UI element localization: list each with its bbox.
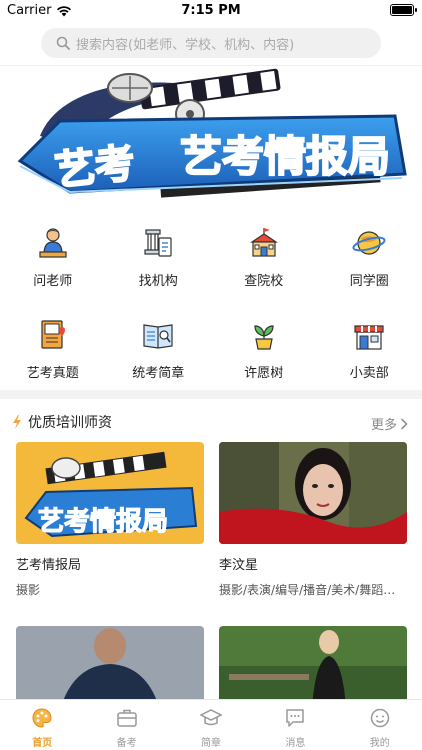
card-logo-art: 艺考情报局: [16, 442, 204, 544]
book-heart-icon: [41, 320, 65, 349]
section-title-wrap: 优质培训师资: [12, 412, 112, 432]
newspaper-icon: [143, 324, 173, 349]
grid-row-1: 问老师 找机构 查院校 同学圈: [0, 222, 422, 314]
card-image: [219, 442, 407, 544]
tab-label: 消息: [285, 738, 306, 749]
grid-label: 问老师: [33, 274, 73, 289]
shop-icon: [354, 325, 384, 350]
grid-label: 找机构: [138, 274, 178, 289]
card-name: 艺考情报局: [16, 558, 82, 573]
chat-bubble-icon: [286, 709, 305, 727]
tab-label: 备考: [116, 738, 137, 749]
grid-label: 许愿树: [244, 366, 284, 381]
teacher-card[interactable]: 李汶星 摄影/表演/编导/播音/美术/舞蹈…: [219, 442, 407, 598]
grid-label: 艺考真题: [26, 366, 79, 381]
planet-icon: [352, 231, 386, 255]
status-time: 7:15 PM: [181, 3, 241, 18]
card-subtitle: 摄影/表演/编导/播音/美术/舞蹈…: [219, 583, 396, 597]
teacher-icon: [39, 228, 67, 258]
grid-item-classmates[interactable]: 同学圈: [317, 222, 422, 314]
grid-label: 同学圈: [349, 274, 389, 289]
section-title: 优质培训师资: [28, 415, 112, 431]
battery-icon: [390, 4, 417, 16]
institution-icon: [144, 229, 172, 257]
plant-icon: [254, 325, 274, 350]
grid-item-find-institution[interactable]: 找机构: [106, 222, 212, 314]
tab-prepare[interactable]: 备考: [84, 700, 168, 750]
status-bar: Carrier 7:15 PM: [0, 0, 422, 22]
grid-item-ask-teacher[interactable]: 问老师: [0, 222, 106, 314]
lightning-icon: [13, 415, 21, 429]
chevron-right-icon: [400, 417, 408, 430]
tab-guide[interactable]: 简章: [169, 700, 253, 750]
section-divider: [0, 390, 422, 399]
tab-messages[interactable]: 消息: [253, 700, 337, 750]
grid-item-check-school[interactable]: 查院校: [211, 222, 317, 314]
school-icon: [249, 228, 278, 257]
card-name: 李汶星: [219, 558, 259, 573]
card-image-text: 艺考情报局: [38, 506, 168, 537]
smiley-face-icon: [370, 708, 389, 728]
tab-label: 首页: [32, 738, 53, 749]
banner-logo-text: 艺考情报局: [180, 132, 390, 181]
tab-bar: 首页 备考 简章 消息 我的: [0, 699, 422, 750]
search-input[interactable]: 搜索内容(如老师、学校、机构、内容): [41, 28, 381, 58]
grid-label: 查院校: [244, 274, 284, 289]
card-image: 艺考情报局: [16, 442, 204, 544]
more-label: 更多: [370, 418, 397, 433]
palette-icon: [32, 708, 52, 728]
search-header: 搜索内容(如老师、学校、机构、内容): [0, 22, 422, 66]
graduation-cap-icon: [199, 709, 222, 726]
grid-label: 统考简章: [132, 366, 185, 381]
tab-profile[interactable]: 我的: [338, 700, 422, 750]
banner[interactable]: 艺考 艺考情报局: [0, 66, 422, 206]
teacher-card[interactable]: 艺考情报局 艺考情报局 摄影: [16, 442, 204, 598]
search-placeholder: 搜索内容(如老师、学校、机构、内容): [76, 37, 295, 53]
tab-label: 简章: [200, 738, 221, 749]
banner-art: 艺考 艺考情报局: [17, 68, 407, 198]
grid-label: 小卖部: [349, 366, 389, 381]
search-icon: [56, 36, 70, 50]
tab-home[interactable]: 首页: [0, 700, 84, 750]
feature-grid: 问老师 找机构 查院校 同学圈 艺考真题 统考简章 许愿树 小卖部: [0, 222, 422, 406]
tab-label: 我的: [369, 738, 390, 749]
briefcase-icon: [116, 709, 137, 727]
portrait-photo: [219, 442, 407, 544]
svg-text:艺考: 艺考: [53, 141, 137, 195]
more-link[interactable]: 更多: [371, 414, 408, 433]
section-header: 优质培训师资 更多: [0, 410, 422, 434]
card-subtitle: 摄影: [16, 583, 41, 597]
